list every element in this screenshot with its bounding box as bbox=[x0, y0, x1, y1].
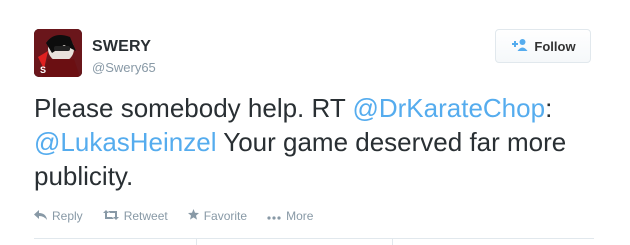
favorite-button[interactable]: Favorite bbox=[187, 209, 248, 223]
tweet-text-part: Please somebody help. RT bbox=[34, 93, 346, 123]
reply-icon bbox=[34, 209, 47, 223]
tweet-text: Please somebody help. RT @DrKarateChop: … bbox=[34, 91, 594, 193]
divider bbox=[392, 238, 393, 245]
follow-label: Follow bbox=[534, 38, 576, 54]
star-icon bbox=[187, 209, 199, 223]
svg-text:S: S bbox=[40, 65, 46, 75]
more-button[interactable]: More bbox=[267, 209, 313, 223]
avatar-image: S bbox=[34, 29, 82, 77]
divider bbox=[34, 238, 594, 239]
avatar[interactable]: S bbox=[34, 29, 82, 77]
ellipsis-icon bbox=[267, 209, 281, 223]
reply-label: Reply bbox=[52, 209, 83, 223]
mention-link[interactable]: @DrKarateChop bbox=[352, 93, 545, 123]
mention-link[interactable]: @LukasHeinzel bbox=[34, 127, 216, 157]
divider bbox=[196, 238, 197, 245]
tweet-text-part: : bbox=[545, 93, 553, 123]
reply-button[interactable]: Reply bbox=[34, 209, 83, 223]
user-handle[interactable]: @Swery65 bbox=[92, 60, 156, 75]
retweet-button[interactable]: Retweet bbox=[102, 209, 168, 223]
display-name[interactable]: SWERY bbox=[92, 38, 151, 56]
favorite-label: Favorite bbox=[203, 209, 248, 223]
follow-button[interactable]: Follow bbox=[495, 29, 591, 63]
more-label: More bbox=[286, 209, 314, 223]
retweet-label: Retweet bbox=[123, 209, 168, 223]
tweet-actions: Reply Retweet Favorite More bbox=[34, 209, 313, 223]
retweet-icon bbox=[102, 209, 119, 223]
add-user-icon bbox=[510, 38, 528, 55]
